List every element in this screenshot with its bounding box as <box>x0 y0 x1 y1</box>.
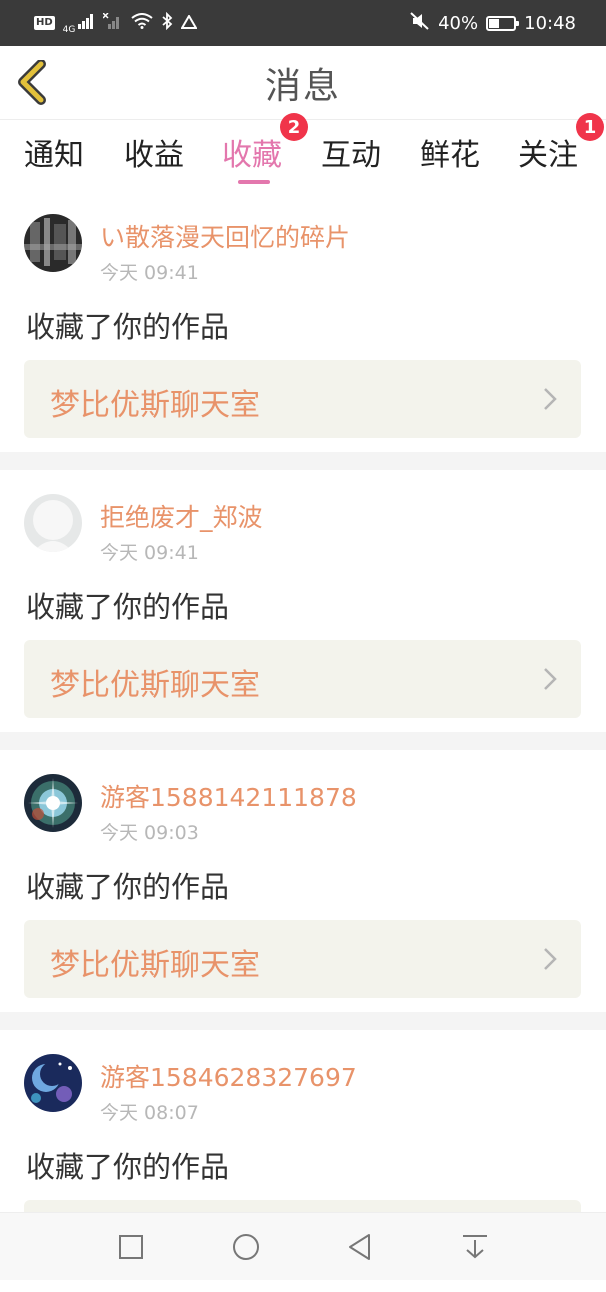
mute-icon <box>410 11 430 35</box>
work-link[interactable]: 梦比优斯聊天室 <box>24 920 581 998</box>
page-title: 消息 <box>264 65 341 107</box>
chevron-right-icon <box>544 668 557 690</box>
avatar[interactable] <box>24 214 82 272</box>
action-text: 收藏了你的作品 <box>26 310 230 344</box>
status-right: 40% 10:48 <box>410 11 576 35</box>
status-left: HD 4G <box>34 11 199 35</box>
work-title: 梦比优斯聊天室 <box>50 668 260 703</box>
username[interactable]: い散落漫天回忆的碎片 <box>100 218 350 254</box>
signal-icon <box>77 13 95 33</box>
list-item: い散落漫天回忆的碎片 今天 09:41 收藏了你的作品 梦比优斯聊天室 <box>0 190 606 452</box>
triangle-back-icon <box>349 1234 370 1260</box>
tab-interactions[interactable]: 互动 <box>321 130 381 174</box>
timestamp: 今天 08:07 <box>100 1102 199 1124</box>
back-nav-button[interactable] <box>342 1229 378 1265</box>
hd-icon: HD <box>34 16 55 30</box>
tab-notifications[interactable]: 通知 <box>24 130 84 174</box>
wifi-icon <box>131 13 153 33</box>
tab-favorites[interactable]: 收藏 <box>222 130 282 174</box>
avatar[interactable] <box>24 1054 82 1112</box>
timestamp: 今天 09:03 <box>100 822 199 844</box>
tab-follows[interactable]: 关注 <box>518 130 578 174</box>
active-tab-indicator <box>238 180 270 184</box>
signal-no-service-icon <box>102 12 123 33</box>
tab-bar: 通知 收益 收藏 2 互动 鲜花 关注 1 <box>0 113 606 190</box>
notification-shade-button[interactable] <box>457 1229 493 1265</box>
work-title: 梦比优斯聊天室 <box>50 948 260 983</box>
clock: 10:48 <box>524 12 576 34</box>
chevron-right-icon <box>544 948 557 970</box>
username[interactable]: 游客1584628327697 <box>100 1058 357 1094</box>
action-text: 收藏了你的作品 <box>26 590 230 624</box>
alert-triangle-icon <box>180 13 199 33</box>
battery-icon <box>486 15 520 31</box>
chevron-right-icon <box>544 388 557 410</box>
list-item: 拒绝废才_郑波 今天 09:41 收藏了你的作品 梦比优斯聊天室 <box>0 470 606 732</box>
battery-percent: 40% <box>438 12 479 34</box>
divider <box>0 1012 606 1030</box>
tab-earnings[interactable]: 收益 <box>124 130 184 174</box>
timestamp: 今天 09:41 <box>100 262 199 284</box>
username[interactable]: 游客1588142111878 <box>100 778 357 814</box>
system-nav-bar <box>0 1212 606 1280</box>
network-type-label: 4G <box>62 25 76 35</box>
tab-favorites-badge: 2 <box>280 113 308 141</box>
action-text: 收藏了你的作品 <box>26 1150 230 1184</box>
divider <box>0 732 606 750</box>
home-button[interactable] <box>228 1229 264 1265</box>
divider <box>0 452 606 470</box>
back-button[interactable] <box>14 59 54 106</box>
recent-apps-button[interactable] <box>113 1229 149 1265</box>
avatar[interactable] <box>24 774 82 832</box>
work-title: 梦比优斯聊天室 <box>50 388 260 423</box>
tab-flowers[interactable]: 鲜花 <box>420 130 480 174</box>
back-arrow-icon <box>18 59 46 105</box>
app-header: 消息 <box>0 46 606 120</box>
message-list: い散落漫天回忆的碎片 今天 09:41 收藏了你的作品 梦比优斯聊天室 拒绝废才… <box>0 190 606 1292</box>
pull-down-icon <box>463 1235 487 1259</box>
work-link[interactable]: 梦比优斯聊天室 <box>24 360 581 438</box>
square-icon <box>119 1235 143 1259</box>
action-text: 收藏了你的作品 <box>26 870 230 904</box>
bluetooth-icon <box>161 11 173 34</box>
status-bar: HD 4G 40% 10:48 <box>0 0 606 46</box>
username[interactable]: 拒绝废才_郑波 <box>100 498 263 534</box>
timestamp: 今天 09:41 <box>100 542 199 564</box>
work-link[interactable]: 梦比优斯聊天室 <box>24 640 581 718</box>
tab-follows-badge: 1 <box>576 113 604 141</box>
battery-level <box>489 18 500 28</box>
list-item: 游客1588142111878 今天 09:03 收藏了你的作品 梦比优斯聊天室 <box>0 750 606 1012</box>
avatar[interactable] <box>24 494 82 552</box>
circle-icon <box>233 1234 259 1260</box>
